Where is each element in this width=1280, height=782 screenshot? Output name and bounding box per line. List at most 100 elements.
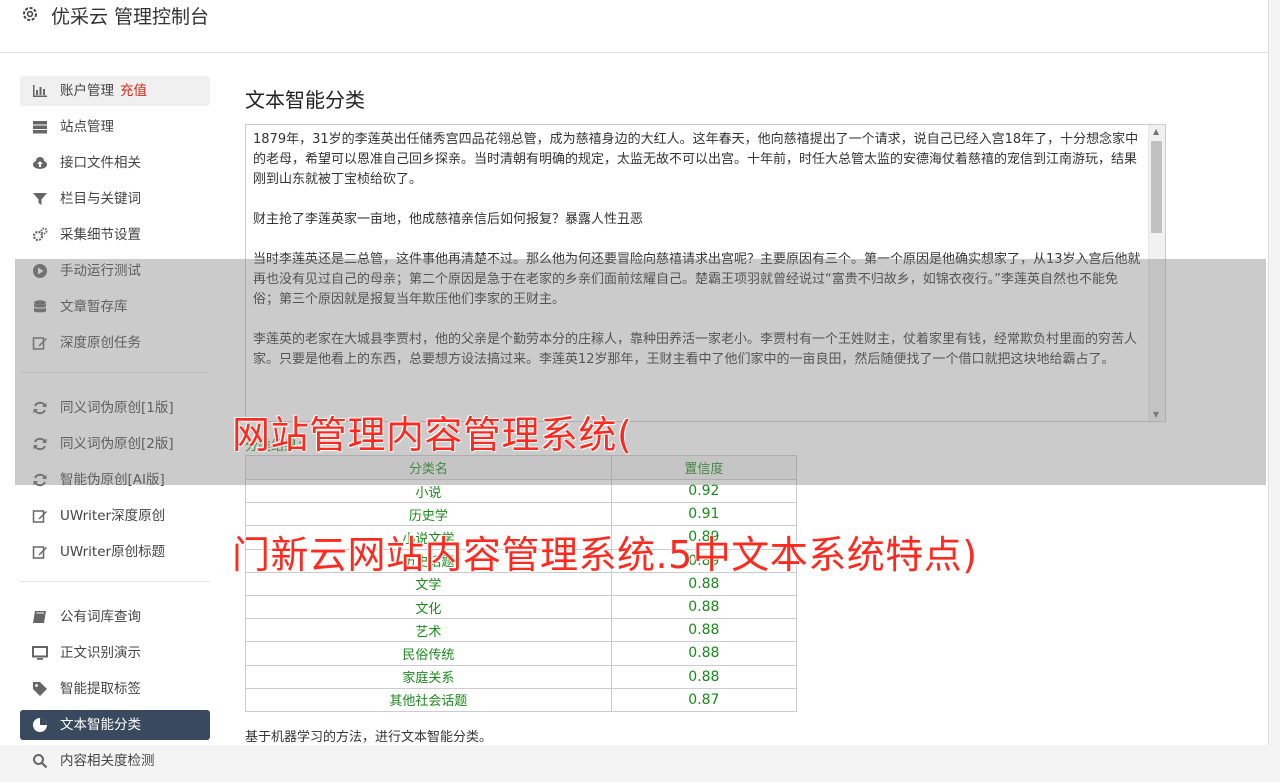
table-row: 历史学 0.91 <box>245 502 798 527</box>
sidebar-item-text-recognition[interactable]: 正文识别演示 <box>20 638 210 668</box>
table-row: 民俗传统 0.88 <box>245 641 798 666</box>
scroll-down-arrow-icon[interactable]: ▼ <box>1153 410 1159 419</box>
sidebar-item-label: UWriter原创标题 <box>60 544 166 560</box>
edit-icon <box>32 546 47 559</box>
gears-icon <box>32 227 48 242</box>
refresh-icon <box>33 437 47 451</box>
sidebar-item-label: 内容相关度检测 <box>60 753 155 769</box>
sidebar-item-manual-test[interactable]: 手动运行测试 <box>20 256 210 286</box>
sidebar-item-account[interactable]: 账户管理 充值 <box>20 76 210 106</box>
server-icon <box>33 121 47 134</box>
sidebar-item-sites[interactable]: 站点管理 <box>20 112 210 142</box>
sidebar-item-synonym-v2[interactable]: 同义词伪原创[2版] <box>20 429 210 459</box>
classification-table: 分类名 置信度 小说 0.92 历史学 0.91 小说文学 0.89 历史话题 0.89… <box>245 455 798 712</box>
search-icon <box>33 754 48 769</box>
database-icon <box>34 300 46 313</box>
confidence-cell: 0.87 <box>610 687 798 712</box>
sidebar-item-label: 深度原创任务 <box>60 335 141 351</box>
refresh-icon <box>33 473 47 487</box>
sidebar-item-deep-original[interactable]: 深度原创任务 <box>20 328 210 358</box>
sidebar-item-label: 站点管理 <box>60 119 114 135</box>
sidebar-item-label: 智能提取标签 <box>60 681 141 697</box>
sidebar-item-columns-keywords[interactable]: 栏目与关键词 <box>20 184 210 214</box>
app-title: 优采云 管理控制台 <box>51 6 210 28</box>
tag-icon <box>33 682 47 696</box>
pie-chart-icon <box>33 718 47 732</box>
category-cell: 艺术 <box>245 618 612 643</box>
sidebar-item-label: 手动运行测试 <box>60 263 141 279</box>
sidebar-item-label: 正文识别演示 <box>60 645 141 661</box>
table-row: 家庭关系 0.88 <box>245 664 798 689</box>
table-row: 艺术 0.88 <box>245 618 798 643</box>
sidebar-item-label: 栏目与关键词 <box>60 191 141 207</box>
article-paragraph: 财主抢了李莲英家一亩地，他成慈禧亲信后如何报复？暴露人性丑恶 <box>253 212 644 227</box>
category-cell: 其他社会话题 <box>245 687 612 712</box>
table-header-row: 分类名 置信度 <box>245 455 798 480</box>
sidebar-item-label: 公有词库查询 <box>60 609 141 625</box>
watermark-line-2: 门新云网站内容管理系统.5中文本系统特点) <box>232 533 978 578</box>
bar-chart-icon <box>33 85 47 97</box>
sidebar-item-uwriter-deep[interactable]: UWriter深度原创 <box>20 501 210 531</box>
book-icon <box>33 611 46 623</box>
gear-icon <box>23 7 37 21</box>
table-row: 小说 0.92 <box>245 478 798 504</box>
sidebar-item-public-lexicon[interactable]: 公有词库查询 <box>20 602 210 632</box>
edit-icon <box>32 337 47 350</box>
sidebar-item-uwriter-title[interactable]: UWriter原创标题 <box>20 537 210 567</box>
sidebar-item-synonym-v1[interactable]: 同义词伪原创[1版] <box>20 393 210 423</box>
confidence-cell: 0.91 <box>610 502 798 527</box>
sidebar-item-collect-settings[interactable]: 采集细节设置 <box>20 220 210 250</box>
sidebar-item-relevance-check[interactable]: 内容相关度检测 <box>20 746 210 776</box>
column-header: 置信度 <box>610 455 798 480</box>
category-cell: 民俗传统 <box>245 641 612 666</box>
confidence-cell: 0.92 <box>610 478 798 504</box>
filter-icon <box>33 193 47 205</box>
sidebar-item-text-classify[interactable]: 文本智能分类 <box>20 710 210 740</box>
article-paragraph: 李莲英的老家在大城县李贾村，他的父亲是个勤劳本分的庄稼人，靠种田养活一家老小。李… <box>253 332 1138 367</box>
top-bar: 优采云 管理控制台 <box>0 0 1268 53</box>
sidebar-item-article-storage[interactable]: 文章暂存库 <box>20 292 210 322</box>
sidebar-item-label: 接口文件相关 <box>60 155 141 171</box>
scrollbar-thumb[interactable] <box>1151 141 1162 233</box>
sidebar-item-tag-extract[interactable]: 智能提取标签 <box>20 674 210 704</box>
article-textarea[interactable]: 1879年，31岁的李莲英出任储秀宫四品花翎总管，成为慈禧身边的大红人。这年春天… <box>245 124 1166 422</box>
confidence-cell: 0.88 <box>610 594 798 620</box>
category-cell: 文化 <box>245 594 612 620</box>
sidebar-item-label: 采集细节设置 <box>60 227 141 243</box>
sidebar-item-interface-files[interactable]: 接口文件相关 <box>20 148 210 178</box>
sidebar-item-label: 文章暂存库 <box>60 299 128 315</box>
refresh-icon <box>33 401 47 415</box>
recharge-link[interactable]: 充值 <box>120 83 147 99</box>
watermark-line-1: 网站管理内容管理系统( <box>231 413 633 458</box>
confidence-cell: 0.88 <box>610 618 798 643</box>
sidebar-divider <box>20 372 210 373</box>
cloud-upload-icon <box>33 157 47 169</box>
sidebar-item-label: 同义词伪原创[2版] <box>60 436 174 452</box>
page-title: 文本智能分类 <box>245 88 365 112</box>
description-text: 基于机器学习的方法，进行文本智能分类。 <box>245 730 493 745</box>
sidebar-divider <box>20 581 210 582</box>
confidence-cell: 0.88 <box>610 641 798 666</box>
play-circle-icon <box>33 264 47 278</box>
article-paragraph: 1879年，31岁的李莲英出任储秀宫四品花翎总管，成为慈禧身边的大红人。这年春天… <box>253 132 1139 187</box>
sidebar: 账户管理 充值 站点管理 接口文件相关 栏目与关键词 采集细节设置 手动运行测试 … <box>20 76 210 782</box>
category-cell: 小说 <box>245 478 612 504</box>
edit-icon <box>32 510 47 523</box>
article-text: 1879年，31岁的李莲英出任储秀宫四品花翎总管，成为慈禧身边的大红人。这年春天… <box>253 130 1141 390</box>
article-paragraph: 当时李莲英还是二总管，这件事他再清楚不过。那么他为何还要冒险向慈禧请求出宫呢？主… <box>253 252 1141 307</box>
category-cell: 历史学 <box>245 502 612 527</box>
monitor-icon <box>32 646 48 660</box>
table-row: 其他社会话题 0.87 <box>245 687 798 712</box>
sidebar-item-label: 文本智能分类 <box>60 717 141 733</box>
textarea-scrollbar[interactable]: ▲ ▼ <box>1148 125 1165 421</box>
console-panel: 优采云 管理控制台 账户管理 充值 站点管理 接口文件相关 栏目与关键词 采集细节… <box>0 0 1269 769</box>
column-header: 分类名 <box>245 455 612 480</box>
scroll-up-arrow-icon[interactable]: ▲ <box>1153 127 1159 136</box>
sidebar-item-label: 智能伪原创[AI版] <box>60 472 165 488</box>
category-cell: 家庭关系 <box>245 664 612 689</box>
sidebar-item-label: UWriter深度原创 <box>60 508 166 524</box>
sidebar-item-ai-rewrite[interactable]: 智能伪原创[AI版] <box>20 465 210 495</box>
sidebar-item-label: 同义词伪原创[1版] <box>60 400 174 416</box>
confidence-cell: 0.88 <box>610 664 798 689</box>
table-row: 文化 0.88 <box>245 594 798 620</box>
